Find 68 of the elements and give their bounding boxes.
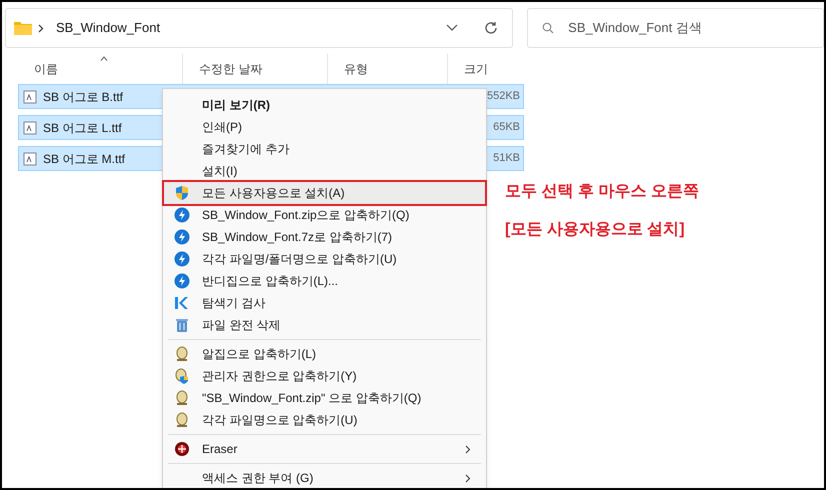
menu-item[interactable]: 액세스 권한 부여 (G) — [164, 467, 485, 488]
chevron-right-icon — [38, 24, 44, 32]
menu-item-label: 인쇄(P) — [202, 119, 243, 136]
column-header[interactable]: 크기 — [448, 54, 523, 84]
address-bar[interactable]: SB_Window_Font — [5, 8, 514, 48]
file-name: SB 어그로 L.ttf — [43, 120, 122, 136]
search-field[interactable]: SB_Window_Font 검색 — [527, 8, 824, 48]
menu-item-label: 설치(I) — [202, 163, 238, 180]
lightning-bolt-icon — [174, 229, 190, 245]
menu-item[interactable]: 탐색기 검사 — [164, 292, 485, 314]
menu-item[interactable]: "SB_Window_Font.zip" 으로 압축하기(Q) — [164, 387, 485, 409]
file-name: SB 어그로 M.ttf — [43, 150, 126, 168]
menu-item-label: SB_Window_Font.zip으로 압축하기(Q) — [202, 207, 410, 224]
menu-item[interactable]: 모든 사용자용으로 설치(A) — [164, 182, 485, 204]
lightning-bolt-icon — [174, 251, 190, 267]
menu-item[interactable]: SB_Window_Font.7z로 압축하기(7) — [164, 226, 485, 248]
dropdown-icon[interactable] — [446, 24, 458, 32]
refresh-icon[interactable] — [484, 21, 498, 35]
font-file-icon — [23, 90, 37, 104]
menu-item[interactable]: 각각 파일명으로 압축하기(U) — [164, 409, 485, 431]
menu-item-label: SB_Window_Font.7z로 압축하기(7) — [202, 229, 394, 246]
menu-item[interactable]: 알집으로 압축하기(L) — [164, 343, 485, 365]
menu-item-label: 미리 보기(R) — [202, 97, 271, 114]
menu-item-label: 탐색기 검사 — [202, 295, 266, 312]
address-path: SB_Window_Font — [56, 19, 162, 38]
menu-item-label: 각각 파일명으로 압축하기(U) — [202, 412, 358, 429]
egg-shield-icon — [174, 368, 190, 384]
menu-item[interactable]: 설치(I) — [164, 160, 485, 182]
trash-can-icon — [174, 317, 190, 333]
menu-item-label: 반디집으로 압축하기(L)... — [202, 273, 340, 290]
menu-item-label: 즐겨찾기에 추가 — [202, 141, 290, 158]
annotation-text: 모두 선택 후 마우스 오른쪽 — [505, 182, 699, 202]
folder-icon — [14, 21, 32, 35]
annotation-text: [모든 사용자용으로 설치] — [505, 220, 686, 240]
file-name: SB 어그로 B.ttf — [43, 88, 124, 106]
disc-icon — [174, 441, 190, 457]
menu-item[interactable]: 관리자 권한으로 압축하기(Y) — [164, 365, 485, 387]
menu-item-label: 알집으로 압축하기(L) — [202, 346, 317, 363]
menu-item-label: 각각 파일명/폴더명으로 압축하기(U) — [202, 251, 398, 268]
menu-item[interactable]: SB_Window_Font.zip으로 압축하기(Q) — [164, 204, 485, 226]
lightning-bolt-icon — [174, 273, 190, 289]
menu-item-label: 관리자 권한으로 압축하기(Y) — [202, 368, 358, 385]
file-size: 51KB — [493, 151, 521, 166]
menu-item[interactable]: 즐겨찾기에 추가 — [164, 138, 485, 160]
file-size: 552KB — [486, 89, 521, 104]
menu-item[interactable]: 반디집으로 압축하기(L)... — [164, 270, 485, 292]
menu-item-label: Eraser — [202, 441, 238, 458]
egg-icon — [174, 390, 190, 406]
egg-icon — [174, 346, 190, 362]
lightning-k-icon — [174, 295, 190, 311]
menu-item[interactable]: 인쇄(P) — [164, 116, 485, 138]
egg-icon — [174, 412, 190, 428]
menu-item-label: 액세스 권한 부여 (G) — [202, 470, 314, 487]
font-file-icon — [23, 152, 37, 166]
menu-item-label: 모든 사용자용으로 설치(A) — [202, 185, 346, 202]
search-placeholder: SB_Window_Font 검색 — [568, 19, 702, 38]
menu-item[interactable]: 각각 파일명/폴더명으로 압축하기(U) — [164, 248, 485, 270]
menu-item[interactable]: 파일 완전 삭제 — [164, 314, 485, 336]
menu-item[interactable]: 미리 보기(R) — [164, 94, 485, 116]
menu-item[interactable]: Eraser — [164, 438, 485, 460]
font-file-icon — [23, 120, 37, 134]
menu-item-label: 파일 완전 삭제 — [202, 317, 282, 334]
file-size: 65KB — [493, 120, 521, 136]
sort-ascending-icon — [100, 56, 108, 61]
lightning-bolt-icon — [174, 207, 190, 223]
shield-icon — [174, 185, 190, 201]
search-icon — [542, 22, 554, 34]
menu-item-label: "SB_Window_Font.zip" 으로 압축하기(Q) — [202, 390, 422, 407]
